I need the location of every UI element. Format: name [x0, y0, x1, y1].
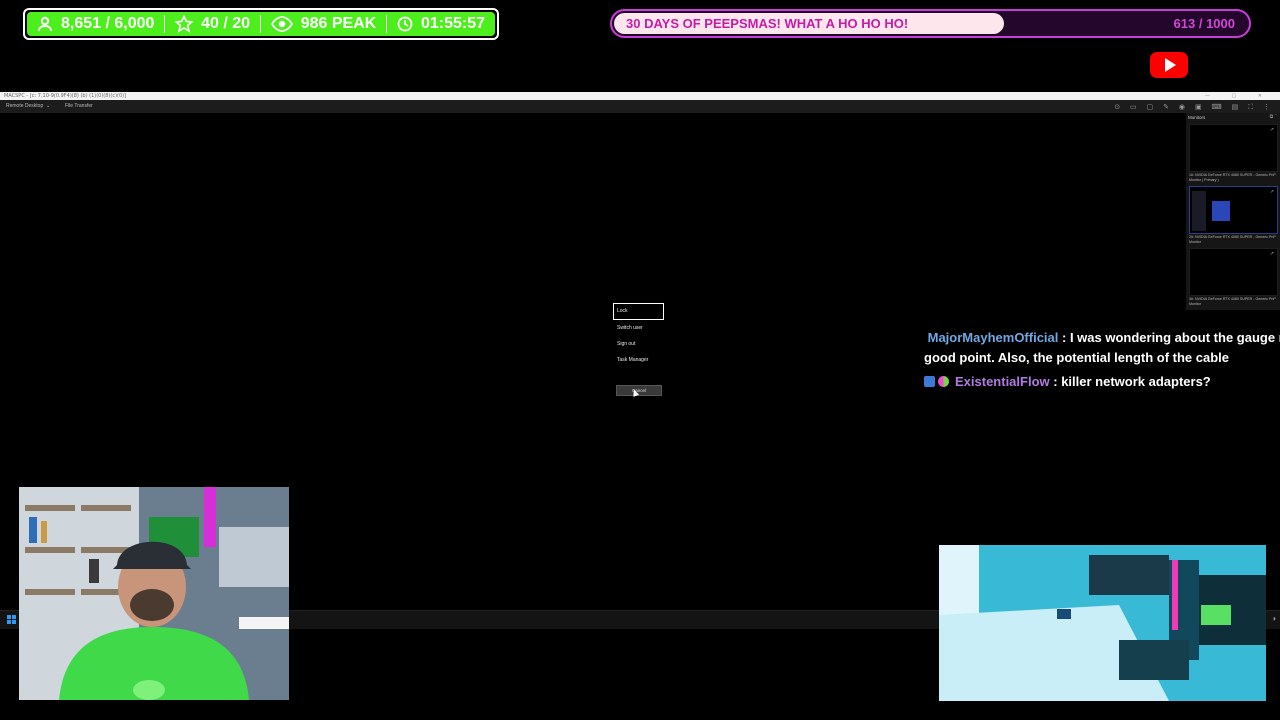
chat-text: : killer network adapters? [1049, 374, 1211, 389]
chat-username: ExistentialFlow [955, 374, 1050, 389]
window-controls[interactable]: — ▢ ✕ [1205, 92, 1272, 100]
star-icon [175, 15, 194, 33]
menu-lock[interactable]: Lock [613, 303, 664, 320]
remote-app-tabbar: Remote Desktop ⌄ File Transfer ⊙ ▭ ▢ ✎ ◉… [0, 100, 1280, 113]
chat-username: MajorMayhemOfficial [927, 330, 1059, 345]
tray-icon[interactable]: ◗ [1272, 614, 1277, 623]
clock-icon [397, 16, 413, 32]
monitors-panel: Monitors ⧉ ⌃ ↗ 1#: NVIDIA GeForce RTX 40… [1186, 113, 1280, 310]
followers-value: 8,651 / 6,000 [61, 15, 155, 32]
panel-controls-icon[interactable]: ⧉ ⌃ [1270, 114, 1277, 120]
open-external-icon[interactable]: ↗ [1270, 251, 1274, 257]
chat-message-continued: good point. Also, the potential length o… [924, 350, 1230, 365]
chat-text: : I was wondering about the gauge n [1058, 330, 1280, 345]
eye-icon [270, 16, 293, 32]
remote-app-title: MACSPC - [c: 7.10-9(0.9F4)(8) (b) (1)(0)… [4, 93, 127, 99]
subs-stat: 40 / 20 [165, 12, 260, 36]
stream-stats-bar: 8,651 / 6,000 40 / 20 986 PEAK 01:55:57 [23, 8, 499, 40]
webcam-room [939, 545, 1266, 701]
goal-progress-bar: 30 DAYS OF PEEPSMAS! WHAT A HO HO HO! 61… [610, 9, 1251, 38]
remote-dialog-thumb [1212, 201, 1230, 221]
uptime-value: 01:55:57 [420, 15, 486, 32]
menu-switch-user[interactable]: Switch user [613, 320, 664, 337]
menu-task-manager[interactable]: Task Manager [613, 352, 664, 369]
open-external-icon[interactable]: ↗ [1270, 127, 1274, 133]
open-external-icon[interactable]: ↗ [1270, 189, 1274, 195]
tab-file-transfer[interactable]: File Transfer [65, 103, 93, 109]
tab-dropdown-icon[interactable]: ⌄ [46, 103, 50, 109]
tab-remote-desktop[interactable]: Remote Desktop [6, 103, 43, 109]
remote-window-thumb [1192, 191, 1206, 231]
monitors-title: Monitors [1188, 115, 1206, 120]
chat-message: MajorMayhemOfficial : I was wondering ab… [924, 328, 1280, 348]
chat-message: ExistentialFlow : killer network adapter… [924, 372, 1280, 392]
subs-value: 40 / 20 [201, 15, 251, 32]
pill-badge-icon [938, 376, 949, 387]
webcam-streamer [19, 487, 289, 700]
monitor-label-3: 3#: NVIDIA GeForce RTX 4080 SUPER - Gene… [1189, 297, 1276, 306]
followers-stat: 8,651 / 6,000 [27, 12, 164, 36]
peak-value: 986 PEAK [300, 15, 377, 32]
monitor-thumbnail-2[interactable]: ↗ [1189, 186, 1278, 234]
menu-sign-out[interactable]: Sign out [613, 336, 664, 353]
sub-badge-icon [924, 376, 935, 387]
peak-stat: 986 PEAK [261, 12, 387, 36]
windows-start-icon[interactable] [7, 615, 16, 624]
monitor-thumbnail-1[interactable]: ↗ [1189, 124, 1278, 172]
chat-overlay: MajorMayhemOfficial : I was wondering ab… [924, 328, 1280, 392]
user-icon [37, 16, 53, 32]
monitor-label-1: 1#: NVIDIA GeForce RTX 4080 SUPER - Gene… [1189, 173, 1276, 182]
monitor-label-2: 2#: NVIDIA GeForce RTX 4080 SUPER - Gene… [1189, 235, 1276, 244]
remote-app-titlebar: MACSPC - [c: 7.10-9(0.9F4)(8) (b) (1)(0)… [0, 92, 1280, 100]
toolbar-icons[interactable]: ⊙ ▭ ▢ ✎ ◉ ▣ ⌨ ▤ ⛶ ⋮ [1114, 103, 1274, 112]
goal-count: 613 / 1000 [1173, 16, 1235, 31]
goal-title: 30 DAYS OF PEEPSMAS! WHAT A HO HO HO! [626, 16, 909, 31]
monitor-thumbnail-3[interactable]: ↗ [1189, 248, 1278, 296]
uptime-stat: 01:55:57 [387, 12, 495, 36]
youtube-icon [1150, 52, 1188, 78]
